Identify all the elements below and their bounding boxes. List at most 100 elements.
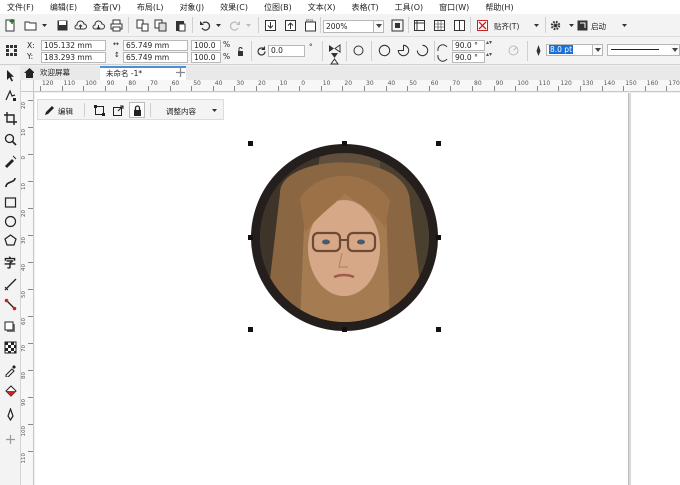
mirror-vertical-icon[interactable] [326, 50, 342, 66]
export-icon[interactable] [282, 17, 298, 33]
cloud-upload-icon[interactable] [72, 17, 88, 33]
start-angle-spinner-icon[interactable]: ▴▾ [486, 39, 492, 46]
adjust-content-button[interactable]: 调整内容 [166, 106, 196, 117]
freehand-tool-icon[interactable] [3, 154, 18, 169]
x-position-field[interactable]: 105.132 mm [41, 40, 106, 51]
show-guidelines-icon[interactable] [451, 17, 467, 33]
snap-dropdown-icon[interactable] [528, 17, 544, 33]
ellipse-mode-icon[interactable] [350, 42, 366, 58]
horizontal-ruler[interactable]: 120 110 100 90 80 70 60 50 40 30 20 10 0 10 20 30 40 50 60… [34, 80, 680, 92]
launch-icon[interactable] [574, 17, 590, 33]
zoom-level-field[interactable]: 200% [323, 20, 374, 33]
outline-width-dropdown-icon[interactable] [593, 44, 603, 56]
menu-item[interactable]: 编辑(E) [43, 2, 86, 13]
paste-icon[interactable] [172, 17, 188, 33]
menu-item[interactable]: 效果(C) [213, 2, 257, 13]
shape-tool-icon[interactable] [3, 88, 18, 103]
save-icon[interactable] [54, 17, 70, 33]
menu-item[interactable]: 帮助(H) [478, 2, 522, 13]
dropdown-arrow-icon[interactable] [36, 17, 52, 33]
selection-handle-top[interactable] [342, 141, 347, 146]
vertical-ruler[interactable]: 20 10 0 10 20 30 40 50 60 70 80 90 100 110 [21, 92, 34, 485]
show-grid-icon[interactable] [431, 17, 447, 33]
new-tab-icon[interactable] [173, 65, 187, 79]
object-origin-icon[interactable] [3, 42, 19, 58]
cut-icon[interactable] [134, 17, 150, 33]
arc-icon[interactable] [414, 42, 430, 58]
lock-content-icon[interactable] [129, 102, 145, 118]
polygon-tool-icon[interactable] [3, 233, 18, 248]
options-gear-icon[interactable] [547, 17, 563, 33]
menu-item[interactable]: 表格(T) [344, 2, 387, 13]
pick-tool-icon[interactable] [3, 68, 18, 83]
redo-dropdown-icon[interactable] [240, 17, 256, 33]
new-document-icon[interactable] [2, 17, 18, 33]
edit-button[interactable]: 编辑 [58, 106, 73, 117]
undo-dropdown-icon[interactable] [210, 17, 226, 33]
menu-item[interactable]: 文本(X) [301, 2, 345, 13]
menu-item[interactable]: 对象(J) [173, 2, 214, 13]
publish-pdf-icon[interactable]: PDF [302, 17, 318, 33]
circular-frame[interactable] [251, 144, 438, 331]
add-tool-icon[interactable] [3, 432, 18, 447]
end-angle-spinner-icon[interactable]: ▴▾ [486, 51, 492, 58]
extract-content-icon[interactable] [110, 102, 126, 118]
start-angle-field[interactable]: 90.0 ° [452, 40, 485, 51]
launch-dropdown-icon[interactable] [616, 17, 632, 33]
launch-label[interactable]: 启动 [591, 21, 606, 32]
scale-x-field[interactable]: 100.0 [191, 40, 221, 51]
menu-item[interactable]: 工具(O) [388, 2, 433, 13]
interactive-fill-icon[interactable] [3, 384, 18, 399]
smart-fill-icon[interactable] [3, 407, 18, 422]
full-screen-icon[interactable] [389, 17, 405, 33]
selection-handle-top-right[interactable] [436, 141, 441, 146]
selection-handle-left[interactable] [248, 235, 253, 240]
y-position-field[interactable]: 183.293 mm [41, 52, 106, 63]
ellipse-icon[interactable] [376, 42, 392, 58]
text-tool-icon[interactable]: 字 [3, 255, 18, 270]
zoom-tool-icon[interactable] [3, 132, 18, 147]
print-icon[interactable] [108, 17, 124, 33]
zoom-dropdown-icon[interactable] [374, 20, 384, 33]
adjust-content-dropdown-icon[interactable] [206, 102, 222, 118]
snap-off-icon[interactable] [474, 17, 490, 33]
frame-icon[interactable] [91, 102, 107, 118]
selection-handle-top-left[interactable] [248, 141, 253, 146]
connector-tool-icon[interactable] [3, 297, 18, 312]
selection-handle-bottom[interactable] [342, 327, 347, 332]
artistic-media-icon[interactable] [3, 175, 18, 190]
pie-icon[interactable] [395, 42, 411, 58]
change-direction-icon[interactable] [505, 42, 521, 58]
rotation-field[interactable]: 0.0 [268, 45, 305, 57]
import-icon[interactable] [262, 17, 278, 33]
drop-shadow-icon[interactable] [3, 320, 18, 335]
snap-to-label[interactable]: 贴齐(T) [494, 21, 519, 32]
lock-ratio-icon[interactable] [232, 43, 248, 59]
rectangle-tool-icon[interactable] [3, 195, 18, 210]
line-style-dropdown-icon[interactable] [670, 44, 680, 56]
scale-y-field[interactable]: 100.0 [191, 52, 221, 63]
selection-handle-bottom-right[interactable] [436, 327, 441, 332]
ellipse-tool-icon[interactable] [3, 214, 18, 229]
eyedropper-tool-icon[interactable] [3, 363, 18, 378]
rotate-icon[interactable] [253, 43, 269, 59]
parallel-dimension-icon[interactable] [3, 277, 18, 292]
outline-width-field[interactable]: 8.0 pt [546, 44, 593, 56]
ruler-origin[interactable] [21, 80, 34, 92]
menu-item[interactable]: 位图(B) [257, 2, 301, 13]
height-field[interactable]: 65.749 mm [123, 52, 188, 63]
menu-item[interactable]: 查看(V) [86, 2, 130, 13]
crop-tool-icon[interactable] [3, 111, 18, 126]
width-field[interactable]: 65.749 mm [123, 40, 188, 51]
copy-icon[interactable] [152, 17, 168, 33]
line-style-field[interactable] [607, 44, 672, 56]
menu-item[interactable]: 布局(L) [130, 2, 173, 13]
selection-handle-bottom-left[interactable] [248, 327, 253, 332]
menu-item[interactable]: 窗口(W) [432, 2, 478, 13]
portrait-photo[interactable] [260, 153, 429, 322]
cloud-download-icon[interactable] [90, 17, 106, 33]
transparency-tool-icon[interactable] [3, 340, 18, 355]
show-rulers-icon[interactable] [411, 17, 427, 33]
menu-item[interactable]: 文件(F) [0, 2, 43, 13]
selection-handle-right[interactable] [436, 235, 441, 240]
